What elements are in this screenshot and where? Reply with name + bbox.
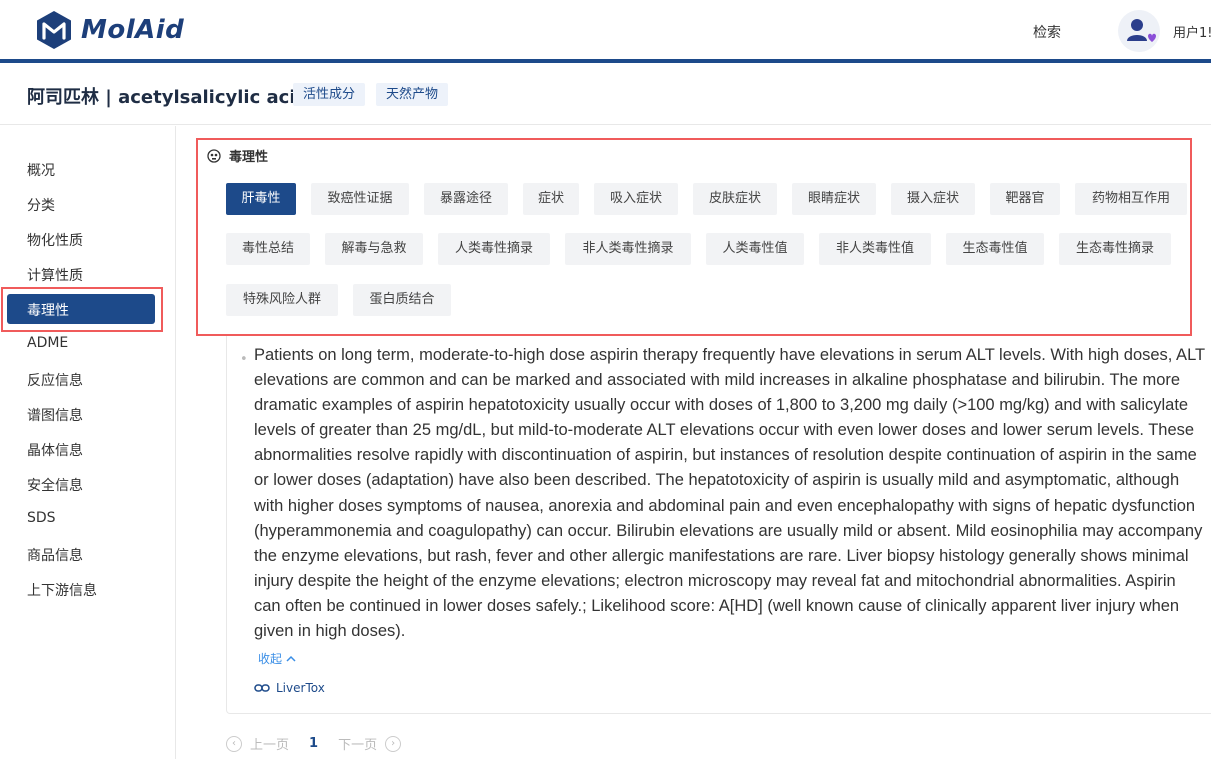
sidebar-item-classification[interactable]: 分类 — [27, 195, 55, 215]
nav-search-link[interactable]: 检索 — [1033, 22, 1061, 42]
sidebar-item-products[interactable]: 商品信息 — [27, 545, 83, 565]
sidebar-item-overview[interactable]: 概况 — [27, 160, 55, 180]
collapse-button[interactable]: 收起 — [258, 650, 296, 667]
molaid-hexagon-icon — [37, 11, 71, 49]
sidebar-item-adme[interactable]: ADME — [27, 335, 68, 351]
top-navbar: MolAid 检索 用户1! — [0, 0, 1211, 63]
chevron-up-icon — [286, 655, 296, 662]
sidebar-item-safety[interactable]: 安全信息 — [27, 475, 83, 495]
user-name[interactable]: 用户1! — [1173, 22, 1211, 41]
prev-page-arrow-icon[interactable]: ‹ — [226, 735, 242, 752]
sidebar-highlight-box — [1, 287, 163, 332]
prev-page-button[interactable]: 上一页 — [250, 734, 289, 753]
sidebar-item-supply-chain[interactable]: 上下游信息 — [27, 580, 97, 600]
hepatotoxicity-description: Patients on long term, moderate-to-high … — [254, 346, 1205, 641]
page-title: 阿司匹林 | acetylsalicylic acid — [27, 87, 309, 108]
sidebar-item-spectra[interactable]: 谱图信息 — [27, 405, 83, 425]
compound-title-bar: 阿司匹林 | acetylsalicylic acid 活性成分 天然产物 — [0, 63, 1211, 125]
sidebar-item-reactions[interactable]: 反应信息 — [27, 370, 83, 390]
next-page-button[interactable]: 下一页 — [338, 734, 377, 753]
source-label: LiverTox — [276, 681, 325, 695]
user-avatar-icon — [1127, 19, 1156, 42]
sidebar-item-sds[interactable]: SDS — [27, 510, 56, 526]
sidebar: 概况 分类 物化性质 计算性质 毒理性 ADME 反应信息 谱图信息 晶体信息 … — [0, 126, 176, 759]
bullet-dot: • — [240, 352, 248, 367]
collapse-label: 收起 — [258, 652, 283, 666]
sidebar-item-physchem[interactable]: 物化性质 — [27, 230, 83, 250]
source-link[interactable]: LiverTox — [254, 681, 325, 695]
tag-natural-product[interactable]: 天然产物 — [376, 83, 449, 106]
page-number-current[interactable]: 1 — [309, 736, 318, 751]
link-icon — [254, 684, 270, 692]
molaid-logo[interactable]: MolAid — [35, 10, 184, 50]
toxicity-tabs-highlight-box — [196, 138, 1192, 336]
next-page-arrow-icon[interactable]: › — [385, 735, 402, 752]
user-avatar[interactable] — [1118, 10, 1160, 52]
brand-name: MolAid — [81, 15, 185, 45]
tag-active-ingredient[interactable]: 活性成分 — [293, 83, 366, 106]
sidebar-item-computed[interactable]: 计算性质 — [27, 265, 83, 285]
pagination: ‹ 上一页 1 下一页 › — [226, 734, 402, 753]
sidebar-item-crystal[interactable]: 晶体信息 — [27, 440, 83, 460]
